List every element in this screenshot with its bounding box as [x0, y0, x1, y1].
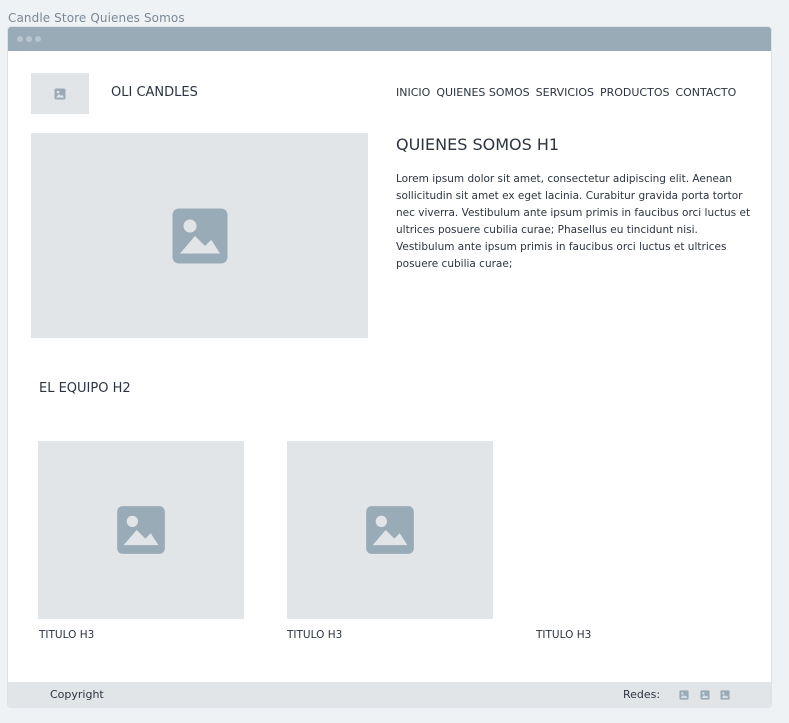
window-titlebar	[8, 27, 771, 51]
social-image-icon[interactable]	[679, 690, 689, 700]
hero-image	[31, 133, 368, 338]
nav-item-contacto[interactable]: CONTACTO	[675, 86, 736, 99]
team-member-image	[287, 441, 493, 619]
logo-text[interactable]: OLI CANDLES	[111, 85, 198, 100]
image-icon	[172, 208, 227, 263]
team-heading: EL EQUIPO H2	[39, 381, 131, 396]
team-member-title: TITULO H3	[287, 629, 343, 641]
window-dot-minimize[interactable]	[26, 36, 32, 42]
intro-text: Lorem ipsum dolor sit amet, consectetur …	[396, 173, 751, 270]
team-member-image	[38, 441, 244, 619]
logo-image[interactable]	[31, 73, 89, 114]
window-dot-close[interactable]	[17, 36, 23, 42]
page-heading: QUIENES SOMOS H1	[396, 135, 560, 154]
image-icon	[117, 506, 165, 554]
footer: Copyright Redes:	[8, 682, 771, 707]
browser-window: OLI CANDLES INICIO QUIENES SOMOS SERVICI…	[8, 27, 771, 707]
page-title: Candle Store Quienes Somos	[8, 11, 185, 25]
team-member-title: TITULO H3	[536, 629, 592, 641]
image-icon	[54, 88, 66, 99]
copyright-text: Copyright	[50, 688, 104, 701]
social-image-icon[interactable]	[720, 690, 730, 700]
nav-item-quienes-somos[interactable]: QUIENES SOMOS	[436, 86, 529, 99]
social-label: Redes:	[623, 688, 661, 701]
social-image-icon[interactable]	[700, 690, 710, 700]
team-member-title: TITULO H3	[39, 629, 95, 641]
main-nav: INICIO QUIENES SOMOS SERVICIOS PRODUCTOS…	[396, 86, 736, 99]
image-icon	[366, 506, 414, 554]
nav-item-inicio[interactable]: INICIO	[396, 86, 430, 99]
window-dot-maximize[interactable]	[35, 36, 41, 42]
nav-item-servicios[interactable]: SERVICIOS	[536, 86, 594, 99]
nav-item-productos[interactable]: PRODUCTOS	[600, 86, 670, 99]
